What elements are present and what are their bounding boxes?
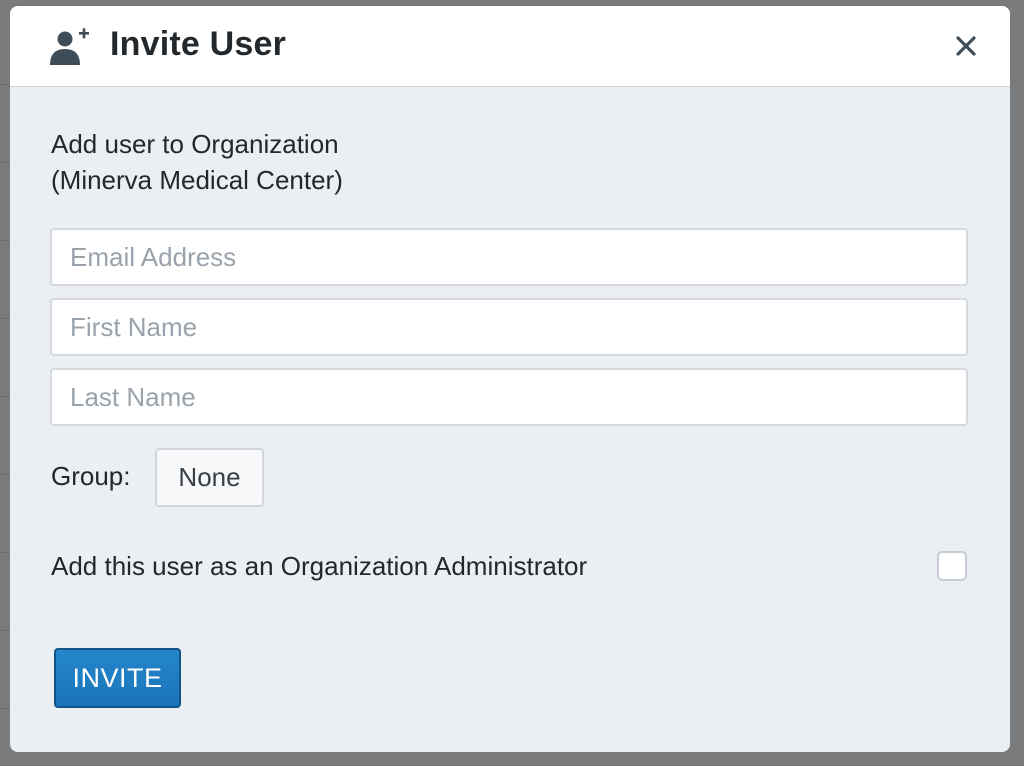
modal-header: Invite User bbox=[10, 6, 1010, 87]
close-icon[interactable] bbox=[952, 32, 980, 60]
modal-title: Invite User bbox=[110, 25, 287, 63]
invite-button[interactable]: INVITE bbox=[54, 648, 181, 708]
org-description-line-1: Add user to Organization bbox=[51, 129, 339, 159]
first-name-field[interactable] bbox=[50, 298, 968, 356]
group-select-button[interactable]: None bbox=[155, 448, 264, 507]
invite-user-modal: Invite User Add user to Organization (Mi… bbox=[10, 6, 1010, 752]
admin-checkbox[interactable] bbox=[937, 551, 967, 581]
admin-checkbox-label: Add this user as an Organization Adminis… bbox=[51, 551, 588, 581]
org-description-line-2: (Minerva Medical Center) bbox=[51, 165, 343, 195]
group-label: Group: bbox=[51, 461, 131, 491]
user-plus-icon bbox=[50, 28, 89, 65]
email-field[interactable] bbox=[50, 228, 968, 286]
last-name-field[interactable] bbox=[50, 368, 968, 426]
